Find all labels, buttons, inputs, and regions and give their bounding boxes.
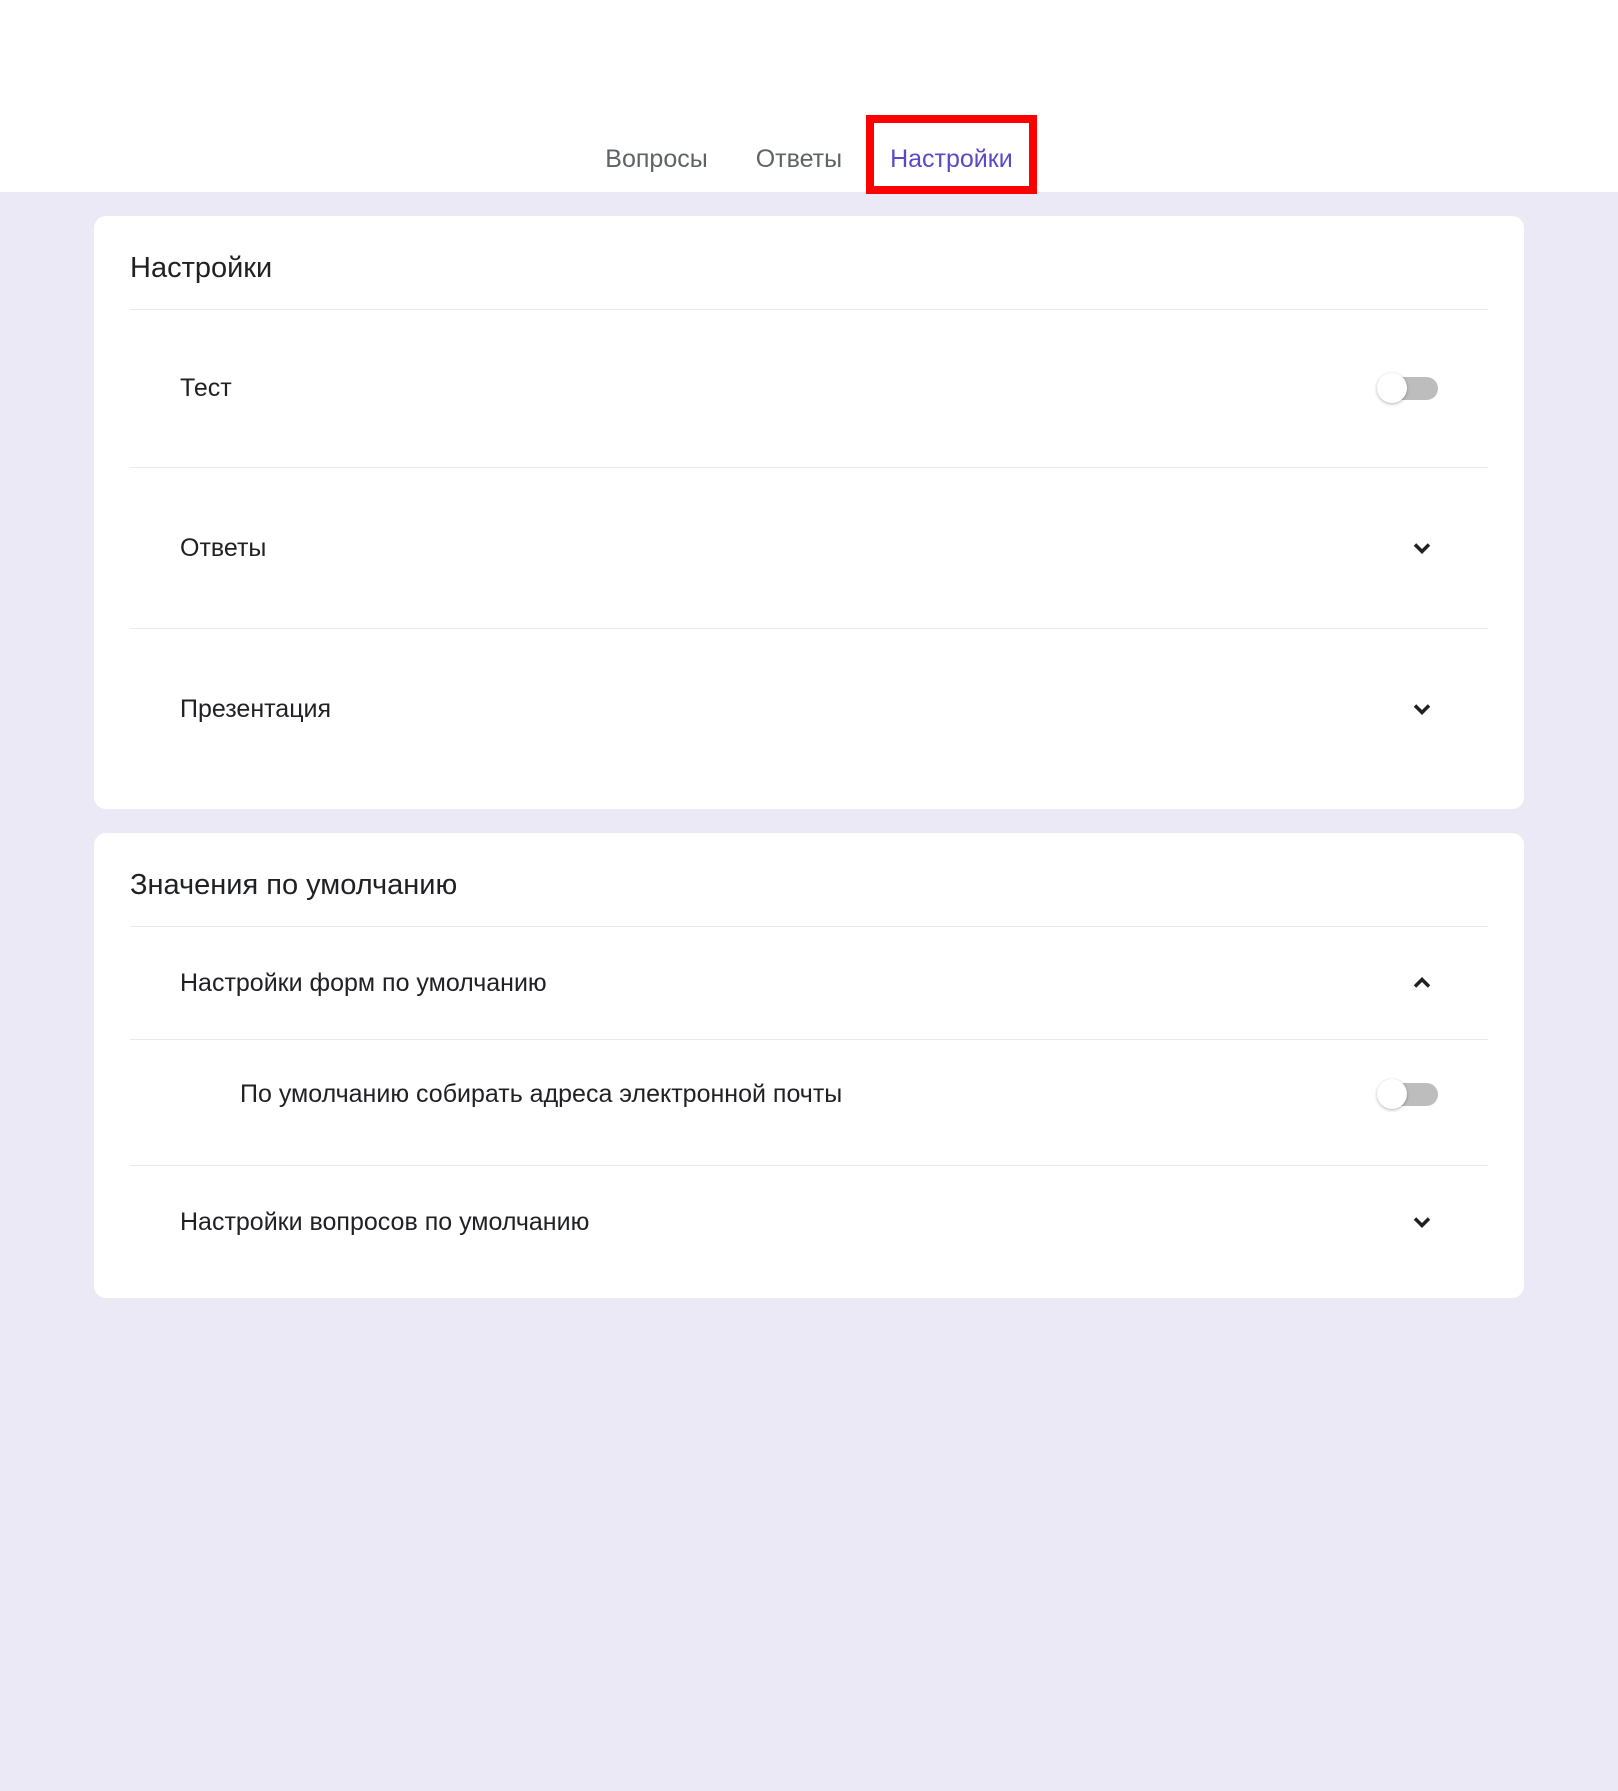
settings-card-title: Настройки <box>130 252 1488 310</box>
tab-active-underline <box>886 187 1017 192</box>
setting-question-defaults-row[interactable]: Настройки вопросов по умолчанию <box>130 1166 1488 1278</box>
setting-presentation-label: Презентация <box>180 695 331 724</box>
content-area: Настройки Тест Ответы Презентация <box>0 192 1618 1791</box>
setting-test-row: Тест <box>130 310 1488 468</box>
chevron-down-icon[interactable] <box>1406 532 1438 564</box>
setting-presentation-row[interactable]: Презентация <box>130 629 1488 789</box>
setting-answers-label: Ответы <box>180 534 266 563</box>
tab-questions[interactable]: Вопросы <box>601 135 711 184</box>
tabs-header: Вопросы Ответы Настройки <box>0 0 1618 192</box>
chevron-down-icon[interactable] <box>1406 693 1438 725</box>
setting-test-toggle[interactable] <box>1380 377 1438 400</box>
setting-answers-row[interactable]: Ответы <box>130 468 1488 629</box>
setting-test-label: Тест <box>180 374 232 403</box>
tabs-container: Вопросы Ответы Настройки <box>601 135 1016 192</box>
chevron-up-icon[interactable] <box>1406 967 1438 999</box>
tab-answers[interactable]: Ответы <box>752 135 846 184</box>
tab-settings[interactable]: Настройки <box>886 135 1017 184</box>
defaults-card-title: Значения по умолчанию <box>130 869 1488 927</box>
setting-form-defaults-row[interactable]: Настройки форм по умолчанию <box>130 927 1488 1040</box>
setting-collect-emails-toggle[interactable] <box>1380 1083 1438 1106</box>
setting-question-defaults-label: Настройки вопросов по умолчанию <box>180 1208 589 1237</box>
settings-card: Настройки Тест Ответы Презентация <box>94 216 1524 809</box>
tab-settings-wrapper: Настройки <box>886 135 1017 184</box>
toggle-knob <box>1377 373 1407 403</box>
setting-form-defaults-label: Настройки форм по умолчанию <box>180 969 547 998</box>
tab-settings-label: Настройки <box>890 145 1013 173</box>
defaults-card: Значения по умолчанию Настройки форм по … <box>94 833 1524 1298</box>
chevron-down-icon[interactable] <box>1406 1206 1438 1238</box>
setting-collect-emails-row: По умолчанию собирать адреса электронной… <box>130 1040 1488 1166</box>
setting-collect-emails-label: По умолчанию собирать адреса электронной… <box>240 1080 842 1109</box>
toggle-knob <box>1377 1079 1407 1109</box>
